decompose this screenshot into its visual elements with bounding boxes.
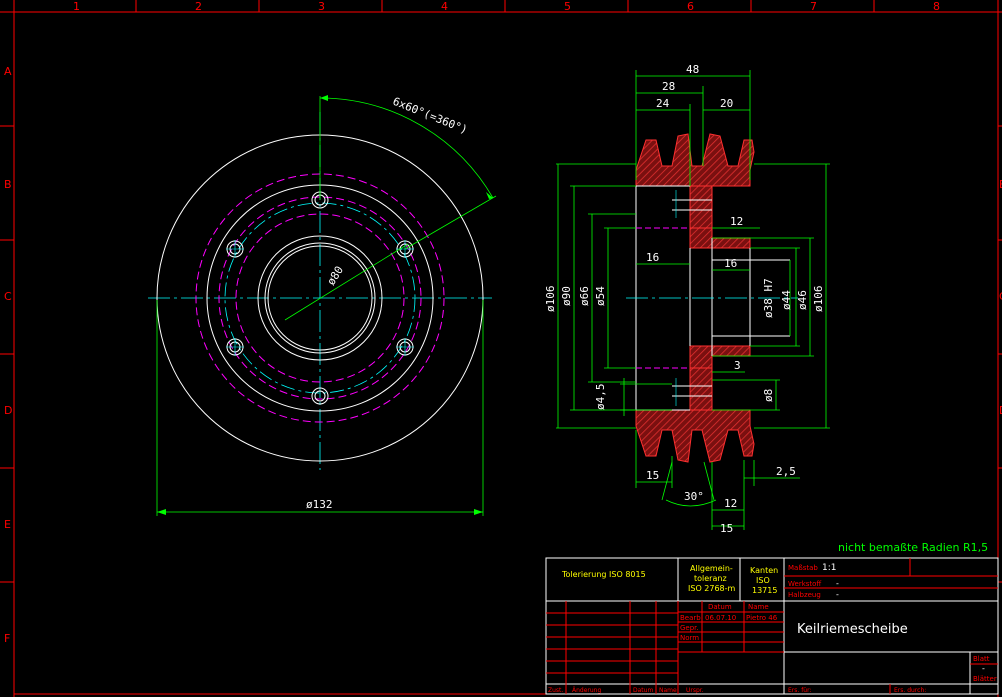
col-label: 5 (564, 0, 571, 13)
drawn-label: Bearb. (680, 614, 703, 622)
replacement-for: Ers. für: (788, 687, 812, 694)
dia-38-h7: ø38 H7 (762, 278, 775, 318)
row-label: B (4, 178, 12, 191)
dim-15-left: 15 (646, 469, 659, 482)
dim-20: 20 (720, 97, 733, 110)
row-label: A (4, 65, 12, 78)
front-view-labels: 6x60°(=360°) ø80 ø132 (306, 95, 469, 511)
row-label: D (4, 404, 12, 417)
dia-106-right: ø106 (812, 286, 825, 313)
scale-label: Maßstab (788, 564, 818, 572)
general-tolerance-line1: Allgemein- (690, 564, 733, 573)
drawn-date: 06.07.10 (705, 614, 736, 622)
dim-12-bottom: 12 (724, 497, 737, 510)
col-label: 8 (933, 0, 940, 13)
section-dimension-labels: 48 28 24 20 12 16 16 3 15 2,5 30° 12 15 … (544, 63, 825, 535)
dim-24: 24 (656, 97, 670, 110)
col-label: 4 (441, 0, 448, 13)
general-tolerance-line3: ISO 2768-m (688, 584, 736, 593)
general-tolerance-line2: toleranz (694, 574, 727, 583)
rev-name: Name (659, 687, 677, 694)
radii-note: nicht bemaßte Radien R1,5 (838, 541, 988, 554)
drawing-title: Keilriemescheibe (797, 622, 908, 637)
col-label: 2 (195, 0, 202, 13)
dia-44: ø44 (780, 290, 793, 310)
rev-date: Datum (633, 687, 653, 694)
dia-8: ø8 (762, 389, 775, 402)
checked-label: Gepr. (680, 624, 699, 632)
dim-16-left: 16 (646, 251, 659, 264)
dia-106-left: ø106 (544, 286, 557, 313)
dia-4-5: ø4,5 (594, 384, 607, 411)
edges-line1: Kanten (750, 566, 778, 575)
material-value: - (836, 579, 839, 588)
dim-3: 3 (734, 359, 741, 372)
edges-line2: ISO (756, 576, 770, 585)
front-view (148, 95, 497, 516)
dia-66: ø66 (578, 286, 591, 306)
dia-54: ø54 (594, 286, 607, 306)
col-label: 1 (73, 0, 80, 13)
dim-16-right: 16 (724, 257, 737, 270)
semi-value: - (836, 590, 839, 599)
dim-48: 48 (686, 63, 699, 76)
dia-46: ø46 (796, 290, 809, 310)
drawn-name: Pietro 46 (746, 614, 778, 622)
rev-zust: Zust. (548, 687, 563, 694)
edges-line3: 13715 (752, 586, 777, 595)
dia-90: ø90 (560, 286, 573, 306)
lower-web-section (689, 367, 713, 411)
dim-28: 28 (662, 80, 675, 93)
row-label: E (4, 518, 11, 531)
replaced-by: Ers. durch: (894, 687, 926, 694)
col-label: 6 (687, 0, 694, 13)
title-block-text: Tolerierung ISO 8015 Allgemein- toleranz… (548, 563, 997, 694)
dim-2-5: 2,5 (776, 465, 796, 478)
lower-rim-section (635, 409, 755, 463)
material-label: Werkstoff (788, 580, 821, 588)
dim-30deg: 30° (684, 490, 704, 503)
name-header: Name (748, 603, 769, 611)
rev-change: Änderung (572, 687, 601, 694)
sheets-label: Blätter (973, 675, 997, 683)
lower-hub-section (689, 345, 751, 369)
dim-15-bottom: 15 (720, 522, 733, 535)
norm-label: Norm (680, 634, 699, 642)
row-label: F (4, 632, 10, 645)
date-header: Datum (708, 603, 732, 611)
drawing-frame (0, 0, 1002, 697)
sheet-label: Blatt (973, 655, 990, 663)
upper-web-section (689, 185, 713, 229)
tolerancing-text: Tolerierung ISO 8015 (561, 570, 646, 579)
origin-label: Urspr. (686, 687, 704, 694)
semi-label: Halbzeug (788, 591, 821, 599)
outer-diameter-label: ø132 (306, 498, 333, 511)
col-label: 7 (810, 0, 817, 13)
row-label: C (4, 290, 12, 303)
sheet-value: - (982, 664, 985, 673)
cad-drawing: 1 2 3 4 5 6 7 8 A B C D E F B C D (0, 0, 1002, 697)
upper-rim-section (635, 133, 755, 187)
dim-12-top: 12 (730, 215, 743, 228)
col-label: 3 (318, 0, 325, 13)
scale-value: 1:1 (822, 563, 836, 573)
